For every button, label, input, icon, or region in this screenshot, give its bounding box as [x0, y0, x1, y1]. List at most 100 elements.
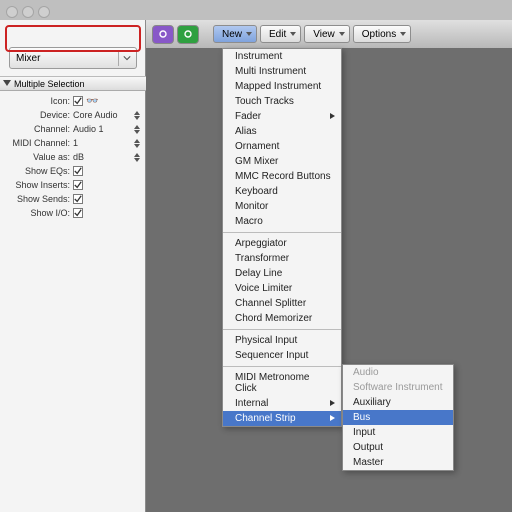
stepper[interactable]	[134, 153, 142, 162]
param-row: Show I/O:	[0, 206, 146, 220]
channel-strip-submenu[interactable]: AudioSoftware InstrumentAuxiliaryBusInpu…	[342, 364, 454, 471]
menu-item[interactable]: Arpeggiator	[223, 236, 341, 251]
param-row: Channel:Audio 1	[0, 122, 146, 136]
param-label: Value as:	[0, 152, 73, 162]
param-value[interactable]	[73, 180, 146, 190]
checkbox[interactable]	[73, 194, 83, 204]
menu-item[interactable]: Instrument	[223, 49, 341, 64]
submenu-item[interactable]: Master	[343, 455, 453, 470]
chevron-down-icon	[400, 32, 406, 36]
disclosure-triangle-icon[interactable]	[3, 80, 11, 86]
menu-view[interactable]: View	[304, 25, 350, 43]
menu-item[interactable]: Alias	[223, 124, 341, 139]
menu-item[interactable]: Channel Splitter	[223, 296, 341, 311]
toolbar: New Edit View Options	[146, 20, 512, 49]
param-row: MIDI Channel:1	[0, 136, 146, 150]
menu-item[interactable]: Monitor	[223, 199, 341, 214]
submenu-item: Audio	[343, 365, 453, 380]
menu-item[interactable]: Keyboard	[223, 184, 341, 199]
param-text: dB	[73, 152, 84, 162]
param-label: MIDI Channel:	[0, 138, 73, 148]
menu-item[interactable]: Macro	[223, 214, 341, 229]
param-row: Value as:dB	[0, 150, 146, 164]
sidebar: Mixer Multiple Selection Icon:👓Device:Co…	[0, 20, 146, 512]
menu-separator	[223, 232, 341, 233]
glasses-icon: 👓	[86, 96, 98, 107]
chevron-down-icon[interactable]	[118, 50, 134, 66]
link-icon[interactable]	[152, 25, 174, 44]
param-text: Audio 1	[73, 124, 104, 134]
param-row: Show EQs:	[0, 164, 146, 178]
menu-item[interactable]: Chord Memorizer	[223, 311, 341, 326]
submenu-item[interactable]: Bus	[343, 410, 453, 425]
param-value[interactable]: Core Audio	[73, 110, 146, 120]
object-type-select[interactable]: Mixer	[9, 47, 137, 69]
param-label: Icon:	[0, 96, 73, 106]
chevron-down-icon	[246, 32, 252, 36]
param-label: Show EQs:	[0, 166, 73, 176]
new-menu-dropdown[interactable]: InstrumentMulti InstrumentMapped Instrum…	[222, 48, 342, 427]
zoom-icon[interactable]	[38, 6, 50, 18]
window-traffic-lights[interactable]	[6, 6, 50, 18]
menu-item[interactable]: Fader	[223, 109, 341, 124]
param-row: Device:Core Audio	[0, 108, 146, 122]
menu-item[interactable]: MIDI Metronome Click	[223, 370, 341, 396]
param-value[interactable]	[73, 166, 146, 176]
menu-item[interactable]: Sequencer Input	[223, 348, 341, 363]
checkbox[interactable]	[73, 180, 83, 190]
checkbox[interactable]	[73, 166, 83, 176]
section-title: Multiple Selection	[14, 79, 85, 89]
param-value[interactable]	[73, 194, 146, 204]
param-value[interactable]: dB	[73, 152, 146, 162]
menu-label: View	[313, 29, 335, 40]
submenu-item[interactable]: Input	[343, 425, 453, 440]
menu-item[interactable]: Physical Input	[223, 333, 341, 348]
chevron-down-icon	[339, 32, 345, 36]
menu-item[interactable]: Transformer	[223, 251, 341, 266]
stepper[interactable]	[134, 111, 142, 120]
menu-item[interactable]: Voice Limiter	[223, 281, 341, 296]
chevron-down-icon	[290, 32, 296, 36]
submenu-item[interactable]: Auxiliary	[343, 395, 453, 410]
menu-item[interactable]: Channel Strip	[223, 411, 341, 426]
menu-label: Options	[362, 29, 396, 40]
param-row: Show Inserts:	[0, 178, 146, 192]
stepper[interactable]	[134, 139, 142, 148]
menu-new[interactable]: New	[213, 25, 257, 43]
param-text: Core Audio	[73, 110, 118, 120]
menu-separator	[223, 366, 341, 367]
menu-item[interactable]: Delay Line	[223, 266, 341, 281]
menu-options[interactable]: Options	[353, 25, 411, 43]
stepper[interactable]	[134, 125, 142, 134]
param-label: Show I/O:	[0, 208, 73, 218]
menu-item[interactable]: Internal	[223, 396, 341, 411]
menu-item[interactable]: Mapped Instrument	[223, 79, 341, 94]
param-row: Show Sends:	[0, 192, 146, 206]
section-header-multiple-selection[interactable]: Multiple Selection	[0, 76, 146, 91]
cycle-icon[interactable]	[177, 25, 199, 44]
menu-item[interactable]: Multi Instrument	[223, 64, 341, 79]
param-value[interactable]: 👓	[73, 96, 146, 107]
submenu-item[interactable]: Output	[343, 440, 453, 455]
checkbox[interactable]	[73, 208, 83, 218]
menu-edit[interactable]: Edit	[260, 25, 301, 43]
submenu-item: Software Instrument	[343, 380, 453, 395]
menu-separator	[223, 329, 341, 330]
checkbox[interactable]	[73, 96, 83, 106]
close-icon[interactable]	[6, 6, 18, 18]
param-value[interactable]: 1	[73, 138, 146, 148]
param-label: Device:	[0, 110, 73, 120]
menu-item[interactable]: MMC Record Buttons	[223, 169, 341, 184]
menu-item[interactable]: Touch Tracks	[223, 94, 341, 109]
param-label: Show Sends:	[0, 194, 73, 204]
menu-label: New	[222, 29, 242, 40]
param-label: Show Inserts:	[0, 180, 73, 190]
minimize-icon[interactable]	[22, 6, 34, 18]
param-label: Channel:	[0, 124, 73, 134]
param-value[interactable]: Audio 1	[73, 124, 146, 134]
parameter-list: Icon:👓Device:Core AudioChannel:Audio 1MI…	[0, 94, 146, 220]
menu-label: Edit	[269, 29, 286, 40]
param-value[interactable]	[73, 208, 146, 218]
menu-item[interactable]: Ornament	[223, 139, 341, 154]
menu-item[interactable]: GM Mixer	[223, 154, 341, 169]
